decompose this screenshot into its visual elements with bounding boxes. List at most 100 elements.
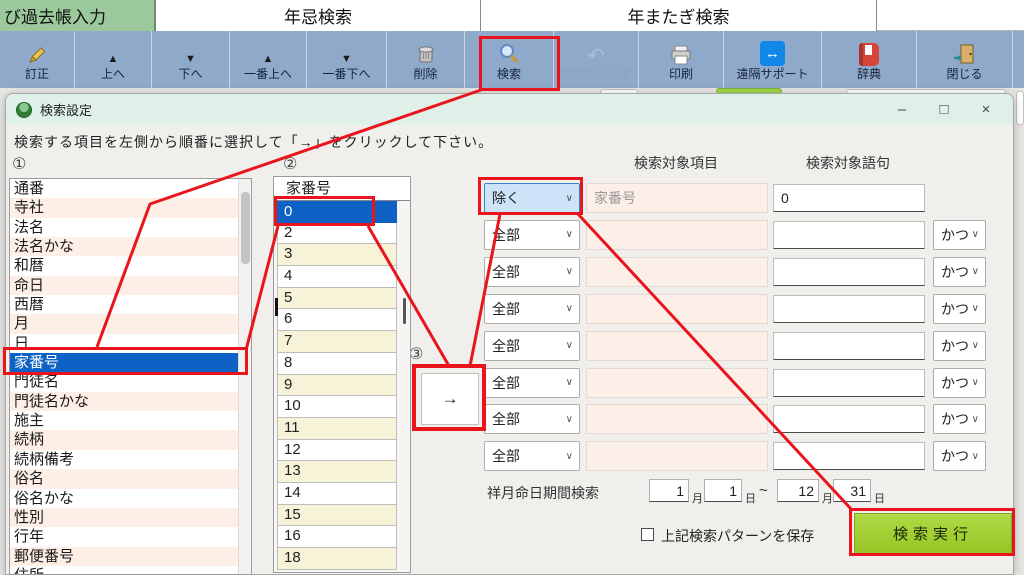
field-list-item[interactable]: 法名かな <box>10 237 238 256</box>
mode-dropdown[interactable]: 全部∨ <box>484 331 580 361</box>
value-list-row[interactable]: 6 <box>277 309 397 331</box>
field-list-item[interactable]: 俗名かな <box>10 489 238 508</box>
field-list-item[interactable]: 住所 <box>10 566 238 575</box>
tab-1[interactable]: び過去帳入力 <box>0 0 156 31</box>
chevron-down-icon: ∨ <box>566 266 573 277</box>
value-list-row[interactable]: 7 <box>277 331 397 353</box>
mode-dropdown[interactable]: 除く∨ <box>484 183 580 213</box>
value-list-scrollbar-thumb[interactable] <box>403 298 406 324</box>
search-field-list[interactable]: 通番寺社法名法名かな和暦命日西暦月日家番号門徒名門徒名かな施主続柄続柄備考俗名俗… <box>9 178 252 575</box>
mode-dropdown[interactable]: 全部∨ <box>484 220 580 250</box>
chevron-down-icon: ∨ <box>566 451 573 462</box>
toolbar-button-undo[interactable]: ↶検索前に戻す <box>554 31 639 88</box>
field-list-item[interactable]: 西暦 <box>10 295 238 314</box>
mode-dropdown[interactable]: 全部∨ <box>484 294 580 324</box>
value-list-row[interactable]: 15 <box>277 505 397 527</box>
mode-dropdown[interactable]: 全部∨ <box>484 257 580 287</box>
term-column-header: 検索対象語句 <box>773 153 923 173</box>
field-list-item[interactable]: 郵便番号 <box>10 547 238 566</box>
maximize-button[interactable]: □ <box>923 94 965 125</box>
value-list-row[interactable]: 11 <box>277 418 397 440</box>
connector-dropdown[interactable]: かつ∨ <box>933 441 986 471</box>
value-list-row[interactable]: 2 <box>277 223 397 245</box>
tab-3[interactable]: 年またぎ検索 <box>481 0 877 31</box>
value-list-row[interactable]: 3 <box>277 244 397 266</box>
field-list-item[interactable]: 通番 <box>10 179 238 198</box>
toolbar-button-door[interactable]: 閉じる <box>917 31 1013 88</box>
value-list-row[interactable]: 16 <box>277 526 397 548</box>
dialog-titlebar[interactable]: 検索設定 – □ × <box>6 94 1013 125</box>
chevron-down-icon: ∨ <box>972 451 979 462</box>
field-list-scrollbar[interactable] <box>238 179 251 574</box>
search-term-input[interactable] <box>773 332 925 360</box>
execute-search-button[interactable]: 検索実行 <box>854 513 1012 554</box>
field-list-item[interactable]: 施主 <box>10 411 238 430</box>
mode-dropdown[interactable]: 全部∨ <box>484 441 580 471</box>
chevron-down-icon: ∨ <box>566 377 573 388</box>
move-right-arrow-button[interactable]: → <box>421 373 479 425</box>
toolbar-button-label: 辞典 <box>857 68 881 80</box>
value-list-row[interactable]: 5 <box>277 288 397 310</box>
from-day-input[interactable]: 1 <box>704 479 742 502</box>
field-list-item[interactable]: 門徒名 <box>10 372 238 391</box>
toolbar-button-pencil[interactable]: 訂正 <box>0 31 75 88</box>
save-pattern-checkbox[interactable] <box>641 528 654 541</box>
connector-dropdown[interactable]: かつ∨ <box>933 368 986 398</box>
toolbar-button-up-triangle[interactable]: ▲上へ <box>75 31 152 88</box>
field-list-item[interactable]: 門徒名かな <box>10 392 238 411</box>
search-term-input[interactable] <box>773 221 925 249</box>
value-list-row[interactable]: 14 <box>277 483 397 505</box>
close-button[interactable]: × <box>965 94 1007 125</box>
to-day-input[interactable]: 31 <box>833 479 871 502</box>
toolbar-button-remote-support[interactable]: ↔遠隔サポート <box>724 31 822 88</box>
toolbar-button-search[interactable]: 検索 <box>465 31 554 88</box>
field-list-item[interactable]: 日 <box>10 334 238 353</box>
connector-dropdown[interactable]: かつ∨ <box>933 220 986 250</box>
search-term-input[interactable]: 0 <box>773 184 925 212</box>
field-value-list[interactable]: 家番号 0234567891011121314151618 <box>273 176 411 573</box>
toolbar-button-down-triangle[interactable]: ▼下へ <box>152 31 230 88</box>
value-list-row[interactable]: 18 <box>277 548 397 570</box>
search-term-input[interactable] <box>773 258 925 286</box>
search-term-input[interactable] <box>773 442 925 470</box>
connector-dropdown[interactable]: かつ∨ <box>933 404 986 434</box>
search-term-input[interactable] <box>773 369 925 397</box>
value-list-row[interactable]: 4 <box>277 266 397 288</box>
field-list-item[interactable]: 続柄備考 <box>10 450 238 469</box>
value-list-row[interactable]: 10 <box>277 396 397 418</box>
connector-dropdown[interactable]: かつ∨ <box>933 331 986 361</box>
search-term-input[interactable] <box>773 405 925 433</box>
search-term-input[interactable] <box>773 295 925 323</box>
field-list-item[interactable]: 月 <box>10 314 238 333</box>
chevron-down-icon: ∨ <box>972 229 979 240</box>
field-list-item[interactable]: 性別 <box>10 508 238 527</box>
connector-dropdown[interactable]: かつ∨ <box>933 294 986 324</box>
field-list-item[interactable]: 法名 <box>10 218 238 237</box>
mode-dropdown[interactable]: 全部∨ <box>484 404 580 434</box>
toolbar-button-printer[interactable]: 印刷 <box>639 31 724 88</box>
value-list-row[interactable]: 0 <box>277 201 397 223</box>
value-list-row[interactable]: 13 <box>277 461 397 483</box>
down-triangle-icon: ▼ <box>185 40 196 66</box>
toolbar-button-bottom-triangle[interactable]: ▼一番下へ <box>307 31 387 88</box>
field-list-item[interactable]: 続柄 <box>10 430 238 449</box>
to-month-input[interactable]: 12 <box>777 479 819 502</box>
value-list-row[interactable]: 12 <box>277 440 397 462</box>
field-list-item[interactable]: 俗名 <box>10 469 238 488</box>
field-list-scrollbar-thumb[interactable] <box>241 192 250 264</box>
value-list-row[interactable]: 9 <box>277 375 397 397</box>
field-list-item[interactable]: 命日 <box>10 276 238 295</box>
toolbar-button-dictionary[interactable]: 辞典 <box>822 31 917 88</box>
toolbar-button-top-triangle[interactable]: ▲一番上へ <box>230 31 307 88</box>
field-list-item[interactable]: 寺社 <box>10 198 238 217</box>
from-month-input[interactable]: 1 <box>649 479 689 502</box>
mode-dropdown[interactable]: 全部∨ <box>484 368 580 398</box>
field-list-item[interactable]: 和暦 <box>10 256 238 275</box>
value-list-row[interactable]: 8 <box>277 353 397 375</box>
minimize-button[interactable]: – <box>881 94 923 125</box>
tab-2[interactable]: 年忌検索 <box>156 0 481 31</box>
connector-dropdown[interactable]: かつ∨ <box>933 257 986 287</box>
toolbar-button-trash[interactable]: 削除 <box>387 31 465 88</box>
field-list-item[interactable]: 家番号 <box>10 353 238 372</box>
field-list-item[interactable]: 行年 <box>10 527 238 546</box>
